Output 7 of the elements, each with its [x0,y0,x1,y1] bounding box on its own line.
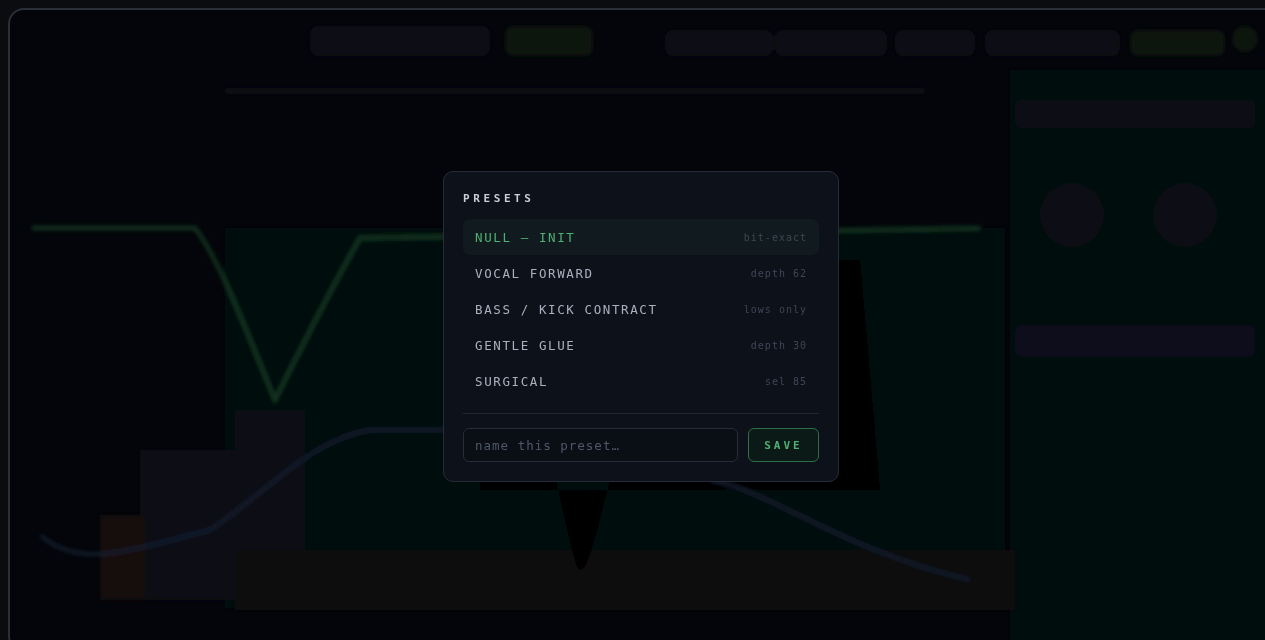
preset-item[interactable]: BASS / KICK CONTRACT lows only [463,291,819,327]
dialog-title: PRESETS [463,192,536,205]
preset-item[interactable]: VOCAL FORWARD depth 62 [463,255,819,291]
preset-name-field[interactable]: name this preset… [463,428,738,462]
preset-item[interactable]: GENTLE GLUE depth 30 [463,327,819,363]
preset-item[interactable]: SURGICAL sel 85 [463,363,819,399]
save-button[interactable]: SAVE [748,428,819,462]
